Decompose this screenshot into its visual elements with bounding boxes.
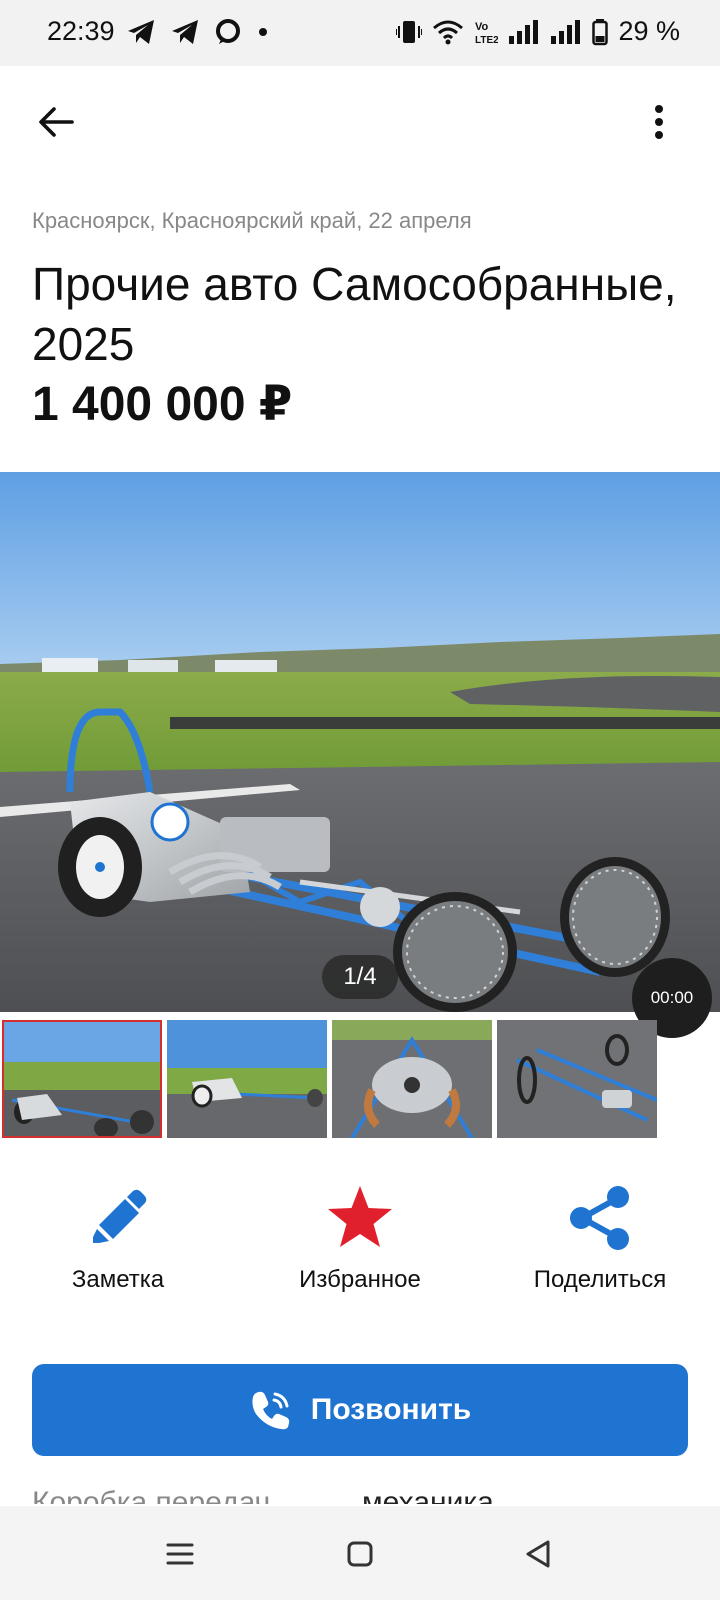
status-bar: 22:39 Vo LTE2 29 % <box>0 0 720 66</box>
status-notification-icons <box>126 18 270 46</box>
square-icon <box>347 1541 373 1567</box>
share-icon <box>570 1186 629 1250</box>
signal-icon <box>509 19 539 44</box>
svg-text:Vo: Vo <box>475 21 489 33</box>
status-system-icons: Vo LTE2 29 % <box>396 16 680 47</box>
photo-counter: 1/4 <box>322 955 398 999</box>
vibrate-icon <box>396 20 423 43</box>
wifi-icon <box>433 20 464 44</box>
spec-row-transmission: Коробка передач механика <box>32 1486 720 1504</box>
chat-bubble-icon <box>216 19 240 44</box>
app-bar <box>0 66 720 178</box>
listing-location: Красноярск, Красноярский край, 22 апреля <box>32 208 472 233</box>
thumbnail-4[interactable] <box>497 1020 657 1138</box>
marker-icon <box>93 1189 147 1243</box>
star-icon <box>328 1186 392 1247</box>
action-row: Заметка Избранное Поделиться <box>0 1180 720 1310</box>
menu-icon <box>166 1543 194 1565</box>
listing-price: 1 400 000 ₽ <box>32 378 293 431</box>
listing-title: Прочие авто Самособранные, 2025 <box>32 258 677 370</box>
back-button[interactable] <box>30 96 82 148</box>
share-action[interactable]: Поделиться <box>500 1180 700 1294</box>
battery-percent: 29 % <box>618 16 680 46</box>
more-options-button[interactable] <box>644 96 674 148</box>
thumbnail-2[interactable] <box>167 1020 327 1138</box>
thumbnail-3[interactable] <box>332 1020 492 1138</box>
telegram-icon <box>128 20 154 44</box>
system-nav-bar <box>0 1506 720 1600</box>
telegram-icon <box>172 20 198 44</box>
volte-icon: Vo LTE2 <box>475 21 498 46</box>
thumbnail-strip <box>2 1020 657 1138</box>
favorite-action[interactable]: Избранное <box>260 1180 460 1294</box>
status-time: 22:39 <box>47 16 115 46</box>
thumbnail-1[interactable] <box>2 1020 162 1138</box>
share-label: Поделиться <box>533 1266 667 1293</box>
call-button[interactable]: Позвонить <box>32 1364 688 1456</box>
svg-text:LTE2: LTE2 <box>475 35 498 46</box>
note-label: Заметка <box>71 1266 165 1293</box>
battery-icon <box>592 18 609 45</box>
dot-icon <box>259 28 267 36</box>
back-nav-button[interactable] <box>518 1534 558 1574</box>
recent-apps-button[interactable] <box>160 1534 200 1574</box>
spec-value: механика <box>362 1486 494 1504</box>
home-button[interactable] <box>340 1534 380 1574</box>
spec-label: Коробка передач <box>32 1486 271 1504</box>
triangle-back-icon <box>526 1540 550 1568</box>
call-label: Позвонить <box>310 1393 472 1426</box>
signal-icon <box>551 19 581 44</box>
more-vertical-icon <box>655 105 663 139</box>
main-photo[interactable] <box>0 472 720 1012</box>
note-action[interactable]: Заметка <box>18 1180 218 1294</box>
arrow-left-icon <box>39 107 74 137</box>
favorite-label: Избранное <box>299 1266 421 1293</box>
phone-call-icon <box>252 1391 289 1430</box>
dragster-photo <box>0 472 720 1012</box>
